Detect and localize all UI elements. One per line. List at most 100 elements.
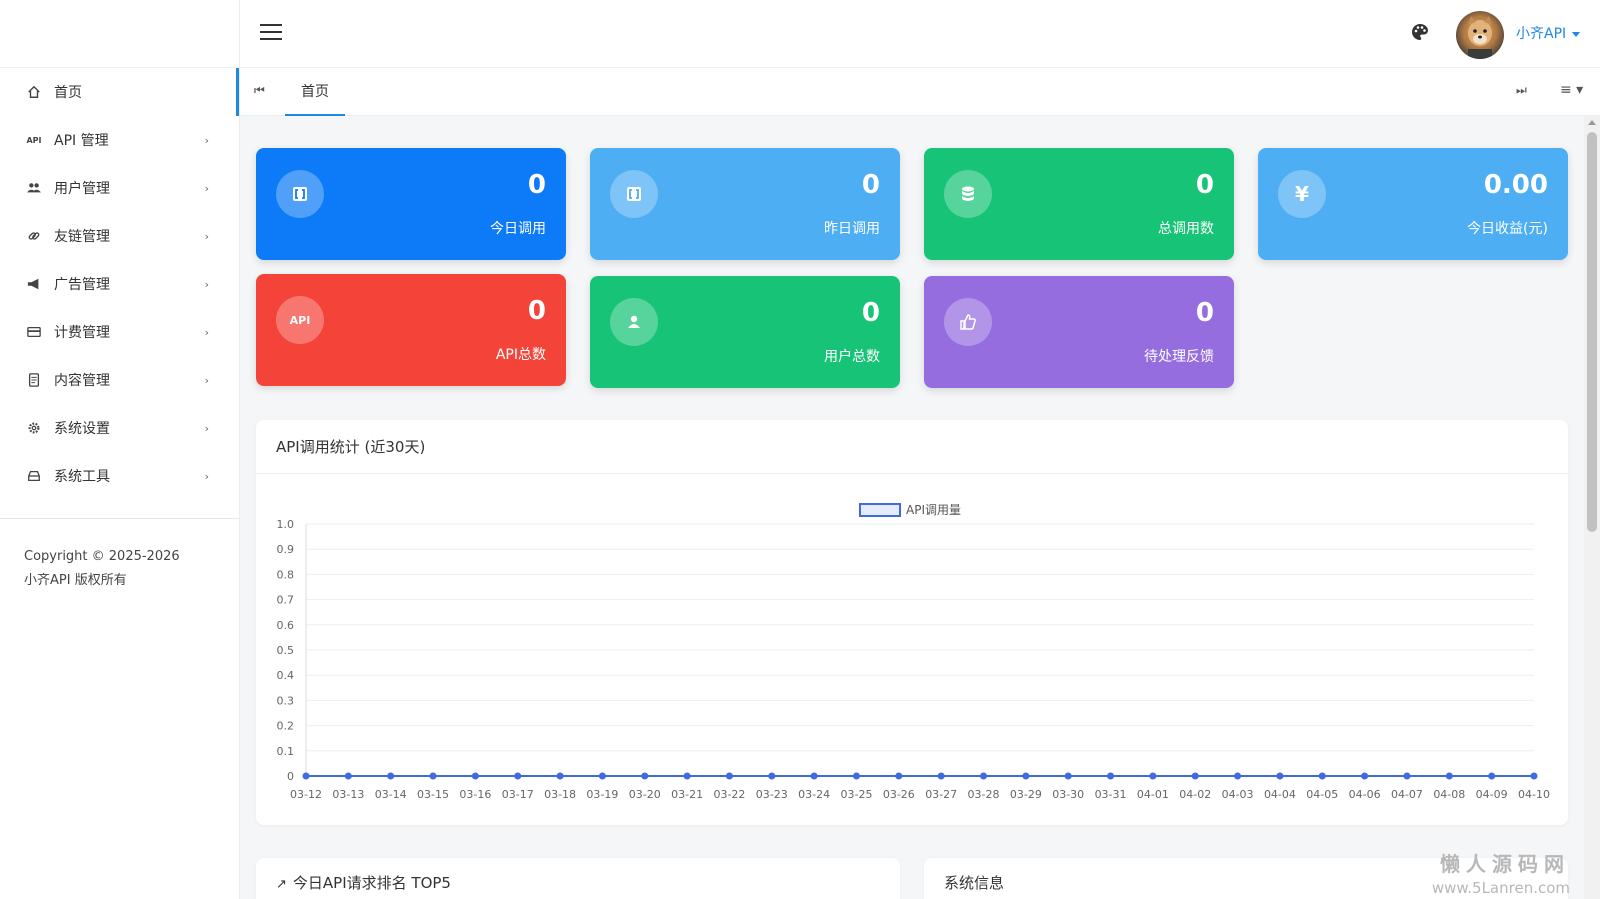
data-point bbox=[1276, 772, 1284, 780]
scroll-up-icon[interactable] bbox=[1588, 120, 1596, 125]
data-point bbox=[683, 772, 691, 780]
data-point bbox=[725, 772, 733, 780]
sidebar-item-label: 用户管理 bbox=[54, 181, 110, 197]
x-tick-label: 04-09 bbox=[1476, 788, 1508, 801]
data-point bbox=[598, 772, 606, 780]
yen-icon: ¥ bbox=[1278, 170, 1326, 218]
x-tick-label: 03-19 bbox=[586, 788, 618, 801]
stat-label: 总调用数 bbox=[1158, 221, 1214, 237]
legend-label: API调用量 bbox=[906, 503, 961, 517]
x-tick-label: 04-01 bbox=[1137, 788, 1169, 801]
top5-title: 今日API请求排名 TOP5 bbox=[292, 874, 451, 892]
x-tick-label: 03-20 bbox=[629, 788, 661, 801]
chevron-right-icon: › bbox=[204, 373, 209, 387]
sidebar-item-settings[interactable]: 系统设置 › bbox=[0, 404, 239, 452]
data-point bbox=[302, 772, 310, 780]
chevron-right-icon: › bbox=[204, 181, 209, 195]
chevron-right-icon: › bbox=[204, 277, 209, 291]
x-tick-label: 04-02 bbox=[1179, 788, 1211, 801]
data-point bbox=[471, 772, 479, 780]
avatar[interactable] bbox=[1456, 11, 1504, 59]
sidebar-item-home[interactable]: 首页 bbox=[0, 68, 239, 116]
user-menu[interactable]: 小齐API bbox=[1516, 23, 1581, 43]
sidebar-item-billing[interactable]: 计费管理 › bbox=[0, 308, 239, 356]
brackets-icon bbox=[276, 170, 324, 218]
data-point bbox=[514, 772, 522, 780]
sidebar-item-api[interactable]: API API 管理 › bbox=[0, 116, 239, 164]
y-tick-label: 0.7 bbox=[277, 594, 295, 607]
sidebar-item-ads[interactable]: 广告管理 › bbox=[0, 260, 239, 308]
stat-value: 0 bbox=[527, 170, 546, 200]
sidebar-item-label: 系统设置 bbox=[54, 421, 110, 437]
data-point bbox=[980, 772, 988, 780]
data-point bbox=[1234, 772, 1242, 780]
x-tick-label: 03-13 bbox=[332, 788, 364, 801]
sidebar-item-content[interactable]: 内容管理 › bbox=[0, 356, 239, 404]
sidebar-item-links[interactable]: 友链管理 › bbox=[0, 212, 239, 260]
username: 小齐API bbox=[1516, 26, 1567, 42]
api-badge-icon: API bbox=[276, 296, 324, 344]
sidebar-item-label: 广告管理 bbox=[54, 277, 110, 293]
sidebar: 首页 API API 管理 › 用户管理 › 友链管理 › 广告管理 › 计费管… bbox=[0, 0, 240, 899]
x-tick-label: 03-27 bbox=[925, 788, 957, 801]
data-point bbox=[556, 772, 564, 780]
y-tick-label: 0.9 bbox=[277, 543, 295, 556]
sidebar-nav: 首页 API API 管理 › 用户管理 › 友链管理 › 广告管理 › 计费管… bbox=[0, 68, 239, 500]
x-tick-label: 04-08 bbox=[1433, 788, 1465, 801]
sidebar-item-tools[interactable]: 系统工具 › bbox=[0, 452, 239, 500]
scroll-thumb[interactable] bbox=[1587, 132, 1597, 532]
tab-menu-icon[interactable]: ≡ ▾ bbox=[1560, 82, 1583, 98]
gear-icon bbox=[26, 420, 42, 436]
data-point bbox=[1361, 772, 1369, 780]
sidebar-logo bbox=[0, 0, 239, 68]
data-point bbox=[1191, 772, 1199, 780]
database-icon bbox=[944, 170, 992, 218]
x-tick-label: 03-28 bbox=[968, 788, 1000, 801]
tab-scroll-left-icon[interactable]: ⏮ bbox=[254, 83, 265, 98]
user-icon bbox=[610, 298, 658, 346]
y-tick-label: 0 bbox=[287, 770, 294, 783]
stat-value: 0.00 bbox=[1483, 170, 1548, 200]
tab-scroll-right-icon[interactable]: ⏭ bbox=[1516, 83, 1527, 98]
data-point bbox=[895, 772, 903, 780]
x-tick-label: 03-12 bbox=[290, 788, 322, 801]
palette-icon[interactable] bbox=[1410, 22, 1430, 42]
users-icon bbox=[26, 180, 42, 196]
stat-value: 0 bbox=[1195, 298, 1214, 328]
toolbox-icon bbox=[26, 468, 42, 484]
stat-card-today-revenue: ¥ 0.00 今日收益(元) bbox=[1258, 148, 1568, 260]
page-scrollbar[interactable] bbox=[1584, 116, 1600, 899]
data-point bbox=[1445, 772, 1453, 780]
watermark-text: 懒人源码网 bbox=[1440, 852, 1570, 876]
data-point bbox=[1488, 772, 1496, 780]
stat-card-yesterday-calls: 0 昨日调用 bbox=[590, 148, 900, 260]
data-point bbox=[852, 772, 860, 780]
data-point bbox=[768, 772, 776, 780]
sidebar-item-label: 友链管理 bbox=[54, 229, 110, 245]
data-point bbox=[1149, 772, 1157, 780]
x-tick-label: 03-24 bbox=[798, 788, 830, 801]
megaphone-icon bbox=[26, 276, 42, 292]
x-tick-label: 04-05 bbox=[1306, 788, 1338, 801]
menu-toggle-icon[interactable] bbox=[260, 24, 282, 42]
y-tick-label: 0.2 bbox=[277, 720, 295, 733]
top-bar: 小齐API bbox=[240, 0, 1600, 68]
x-tick-label: 04-07 bbox=[1391, 788, 1423, 801]
stat-label: API总数 bbox=[495, 347, 546, 363]
x-tick-label: 03-22 bbox=[713, 788, 745, 801]
tab-home[interactable]: 首页 bbox=[285, 68, 345, 116]
chevron-right-icon: › bbox=[204, 325, 209, 339]
data-point bbox=[1318, 772, 1326, 780]
data-point bbox=[937, 772, 945, 780]
y-tick-label: 0.6 bbox=[277, 619, 295, 632]
api-icon: API bbox=[26, 135, 42, 145]
top5-panel: ↗ 今日API请求排名 TOP5 bbox=[256, 858, 900, 899]
x-tick-label: 04-06 bbox=[1349, 788, 1381, 801]
copyright-text: Copyright © 2025-2026 小齐API 版权所有 bbox=[24, 549, 180, 588]
stat-card-pending-feedback: 0 待处理反馈 bbox=[924, 276, 1234, 388]
legend-swatch bbox=[859, 503, 901, 517]
sidebar-item-users[interactable]: 用户管理 › bbox=[0, 164, 239, 212]
sidebar-item-label: API 管理 bbox=[54, 133, 109, 149]
sidebar-item-label: 首页 bbox=[54, 85, 82, 101]
y-tick-label: 0.3 bbox=[277, 694, 295, 707]
